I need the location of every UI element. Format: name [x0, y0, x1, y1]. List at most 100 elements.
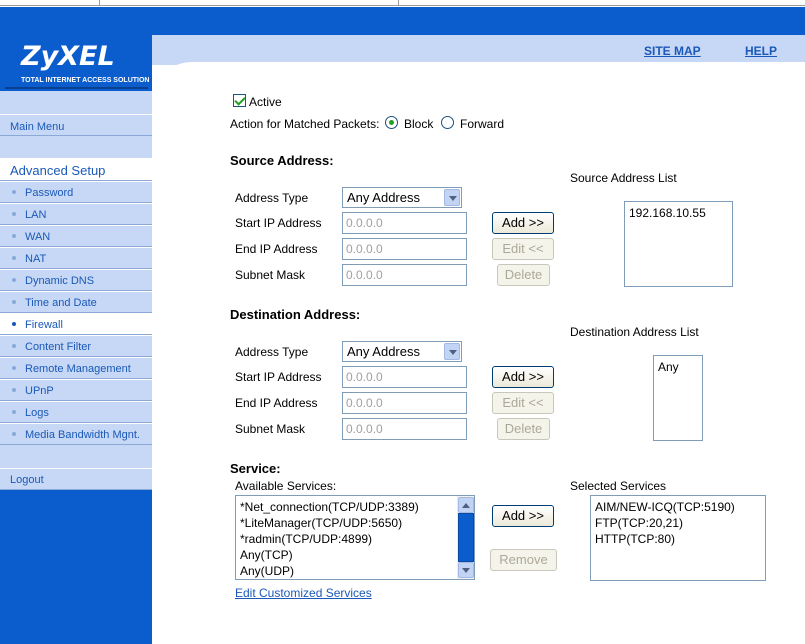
source-address-title: Source Address: [230, 153, 334, 168]
source-edit-button[interactable]: Edit << [492, 238, 554, 260]
list-item[interactable]: *radmin(TCP/UDP:4899) [240, 531, 454, 547]
bullet-icon [12, 344, 16, 348]
bullet-icon [12, 410, 16, 414]
sidebar: ZyXEL TOTAL INTERNET ACCESS SOLUTION Mai… [0, 35, 152, 644]
sidebar-item-password[interactable]: Password [0, 181, 152, 203]
source-address-type-select[interactable]: Any Address [342, 187, 462, 208]
sidebar-item-content-filter[interactable]: Content Filter [0, 335, 152, 357]
sidebar-item-lan[interactable]: LAN [0, 203, 152, 225]
sidebar-item-media-bandwidth[interactable]: Media Bandwidth Mgnt. [0, 423, 152, 445]
sidebar-item-firewall[interactable]: Firewall [0, 313, 152, 335]
bullet-icon [12, 278, 16, 282]
destination-end-ip-input[interactable]: 0.0.0.0 [342, 392, 467, 414]
source-delete-button[interactable]: Delete [497, 264, 550, 286]
sidebar-item-label: Main Menu [10, 121, 65, 133]
sidebar-item-time-and-date[interactable]: Time and Date [0, 291, 152, 313]
list-item[interactable]: AIM/NEW-ICQ(TCP:5190) [595, 499, 761, 515]
sidebar-spacer [0, 445, 152, 468]
header-area [152, 35, 805, 65]
source-subnet-input[interactable]: 0.0.0.0 [342, 264, 467, 286]
destination-address-title: Destination Address: [230, 307, 361, 322]
list-item[interactable]: *Net_connection(TCP/UDP:3389) [240, 499, 454, 515]
destination-address-list[interactable]: Any [653, 355, 703, 441]
sidebar-item-label: LAN [25, 209, 47, 221]
sidebar-item-logout[interactable]: Logout [0, 468, 152, 490]
active-checkbox[interactable] [233, 94, 246, 107]
bullet-icon [12, 366, 16, 370]
service-remove-button[interactable]: Remove [490, 549, 557, 571]
scroll-thumb[interactable] [458, 513, 474, 562]
bullet-icon [12, 234, 16, 238]
scroll-down-icon[interactable] [458, 562, 474, 578]
available-services-scrollbar[interactable] [457, 496, 474, 579]
sidebar-item-label: Remote Management [25, 363, 131, 375]
logo-brand: ZyXEL [21, 41, 115, 72]
destination-edit-button[interactable]: Edit << [492, 392, 554, 414]
help-link[interactable]: HELP [745, 44, 777, 58]
sidebar-item-upnp[interactable]: UPnP [0, 379, 152, 401]
source-start-ip-input[interactable]: 0.0.0.0 [342, 212, 467, 234]
sidebar-spacer [0, 136, 152, 158]
list-item[interactable]: Any [658, 359, 698, 375]
selected-services-list[interactable]: AIM/NEW-ICQ(TCP:5190) FTP(TCP:20,21) HTT… [590, 495, 766, 581]
sidebar-item-remote-management[interactable]: Remote Management [0, 357, 152, 379]
destination-address-type-select[interactable]: Any Address [342, 341, 462, 362]
destination-start-ip-input[interactable]: 0.0.0.0 [342, 366, 467, 388]
header-band [0, 7, 805, 35]
destination-subnet-label: Subnet Mask [235, 422, 306, 436]
sidebar-item-logs[interactable]: Logs [0, 401, 152, 423]
sidebar-item-label: Advanced Setup [10, 163, 106, 178]
sidebar-item-advanced-setup[interactable]: Advanced Setup [0, 158, 152, 181]
service-title: Service: [230, 461, 281, 476]
destination-address-type-value: Any Address [347, 344, 420, 359]
sidebar-item-label: Dynamic DNS [25, 275, 95, 287]
scroll-up-icon[interactable] [458, 497, 474, 513]
site-map-link[interactable]: SITE MAP [644, 44, 701, 58]
available-services-label: Available Services: [235, 479, 337, 493]
chevron-down-icon [444, 189, 460, 206]
sidebar-item-label: Logout [10, 474, 44, 486]
sidebar-item-label: Logs [25, 407, 49, 419]
sidebar-item-label: Content Filter [25, 341, 92, 353]
sidebar-item-label: UPnP [25, 385, 54, 397]
sidebar-item-main-menu[interactable]: Main Menu [0, 114, 152, 136]
list-item[interactable]: *LiteManager(TCP/UDP:5650) [240, 515, 454, 531]
source-end-ip-input[interactable]: 0.0.0.0 [342, 238, 467, 260]
sidebar-item-dynamic-dns[interactable]: Dynamic DNS [0, 269, 152, 291]
destination-subnet-input[interactable]: 0.0.0.0 [342, 418, 467, 440]
selected-services-label: Selected Services [570, 479, 667, 493]
list-item[interactable]: FTP(TCP:20,21) [595, 515, 761, 531]
source-list-title: Source Address List [570, 171, 677, 185]
list-item[interactable]: Any(UDP) [240, 563, 454, 579]
service-add-button[interactable]: Add >> [492, 505, 554, 527]
bullet-icon [12, 432, 16, 436]
destination-add-button[interactable]: Add >> [492, 366, 554, 388]
source-add-button[interactable]: Add >> [492, 212, 554, 234]
available-services-list[interactable]: *Net_connection(TCP/UDP:3389) *LiteManag… [235, 495, 475, 580]
active-label: Active [249, 95, 282, 109]
list-item[interactable]: HTTP(TCP:80) [595, 531, 761, 547]
source-address-type-label: Address Type [235, 191, 309, 205]
list-item[interactable]: Any(TCP) [240, 547, 454, 563]
source-start-ip-label: Start IP Address [235, 216, 322, 230]
sidebar-item-wan[interactable]: WAN [0, 225, 152, 247]
bullet-icon [12, 322, 16, 326]
browser-tab-segment [0, 0, 100, 5]
edit-customized-services-link[interactable]: Edit Customized Services [235, 586, 372, 600]
sidebar-item-label: Firewall [25, 319, 63, 331]
sidebar-item-label: NAT [25, 253, 47, 265]
sidebar-item-label: Media Bandwidth Mgnt. [25, 429, 140, 441]
sidebar-item-label: Password [25, 187, 74, 199]
destination-end-ip-label: End IP Address [235, 396, 318, 410]
source-subnet-label: Subnet Mask [235, 268, 306, 282]
block-radio[interactable] [385, 116, 398, 129]
list-item[interactable]: 192.168.10.55 [629, 205, 728, 221]
sidebar-spacer [0, 91, 152, 114]
bullet-icon [12, 300, 16, 304]
source-address-list[interactable]: 192.168.10.55 [624, 201, 733, 287]
bullet-icon [12, 190, 16, 194]
destination-delete-button[interactable]: Delete [497, 418, 550, 440]
forward-radio[interactable] [441, 116, 454, 129]
sidebar-item-nat[interactable]: NAT [0, 247, 152, 269]
source-end-ip-label: End IP Address [235, 242, 318, 256]
